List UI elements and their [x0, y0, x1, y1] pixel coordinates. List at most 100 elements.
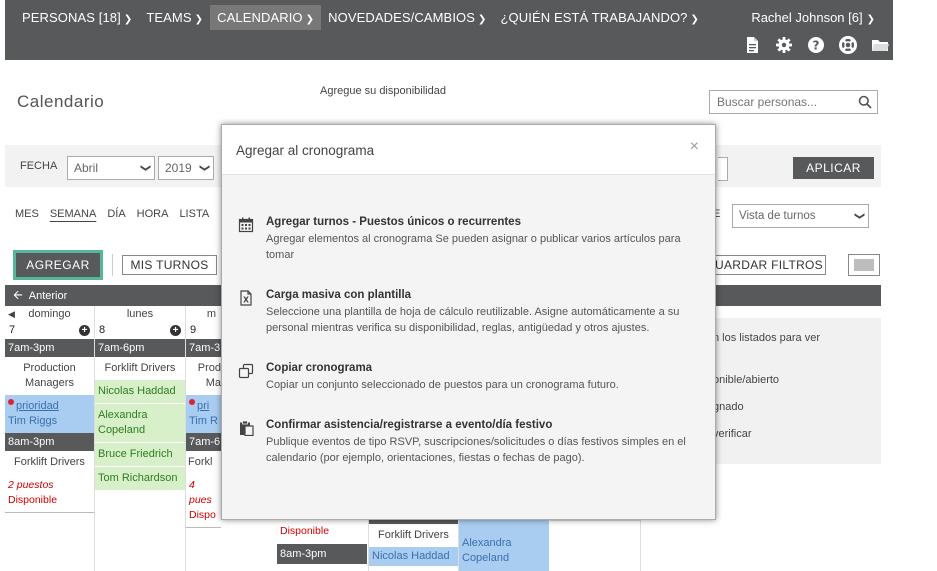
modal-title: Agregar al cronograma [236, 143, 375, 158]
triangle-left-icon[interactable]: ◀ [8, 306, 15, 322]
open-positions[interactable]: Disponible [277, 520, 367, 544]
arrow-left-icon: 🡨 [13, 288, 23, 302]
option-add-shifts[interactable]: Agregar turnos - Puestos únicos o recurr… [238, 215, 698, 263]
nav-item-personas[interactable]: PERSONAS [18] ❯ [15, 5, 139, 30]
day-column-monday: 8 + 7am-6pm Forklift Drivers Nicolas Hadd… [95, 322, 186, 571]
shift-assignment[interactable]: Nicolas Haddad [369, 547, 458, 566]
position-label[interactable]: Prod Ma [186, 357, 221, 395]
modal-header: Agregar al cronograma × [222, 125, 715, 175]
assigned-person[interactable]: Tom Richardson [95, 467, 185, 491]
tab-semana[interactable]: SEMANA [50, 208, 96, 220]
shift-time[interactable]: 7am-6pm [95, 339, 185, 357]
tab-dia[interactable]: DÍA [107, 208, 125, 220]
search-input[interactable] [710, 91, 850, 113]
shift-time[interactable]: 8am-3pm [277, 544, 367, 564]
shift-time[interactable]: 8am-3pm [5, 433, 94, 451]
my-shifts-button[interactable]: MIS TURNOS [122, 255, 217, 275]
nav-item-calendario[interactable]: CALENDARIO ❯ [210, 5, 322, 30]
nav-item-quien-trabajando[interactable]: ¿QUIÉN ESTÁ TRABAJANDO? ❯ [494, 5, 706, 30]
open-positions[interactable]: 4 pues Dispo [186, 474, 221, 528]
option-title[interactable]: Carga masiva con plantilla [266, 288, 698, 303]
legend-panel: n los listados para ver onible/abierto g… [700, 318, 881, 464]
shift-assignment[interactable]: Alexandra Copeland [459, 520, 549, 571]
year-select[interactable]: 2019 ❯ [158, 156, 214, 180]
view-select[interactable]: Vista de turnos ❯ [732, 204, 869, 228]
folder-icon[interactable] [871, 36, 889, 54]
document-icon[interactable] [743, 36, 761, 54]
nav-item-novedades[interactable]: NOVEDADES/CAMBIOS ❯ [321, 5, 493, 30]
position-label[interactable]: Production Managers [5, 357, 94, 395]
month-select[interactable]: Abril ❯ [67, 156, 155, 180]
color-toggle-button[interactable] [848, 254, 880, 276]
legend-text: verificar [713, 428, 752, 440]
apply-button[interactable]: APLICAR [793, 157, 874, 179]
position-label[interactable]: Forklift Drivers [5, 451, 94, 474]
shift-time[interactable]: 7am-6 [186, 433, 221, 451]
option-copy-schedule[interactable]: Copiar cronograma Copiar un conjunto sel… [238, 361, 698, 393]
assigned-person[interactable]: Bruce Friedrich [95, 443, 185, 467]
position-label[interactable]: Forkl [186, 451, 221, 474]
add-circle-icon[interactable]: + [170, 325, 181, 336]
color-swatch [854, 259, 874, 271]
lower-cells-wed: Disponible 8am-3pm [277, 520, 367, 564]
availability-link[interactable]: Agregue su disponibilidad [320, 85, 446, 97]
svg-text:X: X [243, 296, 249, 305]
help-icon[interactable]: ? [807, 36, 825, 54]
pin-icon [8, 399, 14, 405]
legend-text: onible/abierto [713, 374, 780, 386]
option-title[interactable]: Agregar turnos - Puestos únicos o recurr… [266, 215, 698, 230]
chevron-down-icon: ❯ [690, 14, 699, 25]
tab-lista[interactable]: LISTA [179, 208, 209, 220]
day-number: 8 + [95, 322, 185, 339]
chevron-down-icon: ❯ [853, 211, 865, 221]
option-title[interactable]: Copiar cronograma [266, 361, 698, 376]
tab-mes[interactable]: MES [15, 208, 39, 220]
option-description: Agregar elementos al cronograma Se puede… [266, 233, 681, 261]
lower-cells-thu: Forklift Drivers Nicolas Haddad [368, 520, 459, 571]
gear-icon[interactable] [775, 36, 793, 54]
day-column-sunday: 7 + 7am-3pm Production Managers prioridad… [5, 322, 95, 571]
view-tabs: MES SEMANA DÍA HORA LISTA [15, 208, 220, 220]
open-positions[interactable]: 2 puestos Disponible [5, 474, 94, 513]
shift-assignment[interactable]: pri Tim R [186, 395, 221, 433]
tab-hora[interactable]: HORA [137, 208, 169, 220]
calendar-icon [238, 217, 254, 233]
option-description: Seleccione una plantilla de hoja de cálc… [266, 306, 680, 334]
day-header-sunday: ◀ domingo [5, 306, 95, 322]
chevron-down-icon: ❯ [305, 14, 315, 25]
option-bulk-template[interactable]: X Carga masiva con plantilla Seleccione … [238, 288, 698, 336]
user-menu[interactable]: Rachel Johnson [6] ❯ [751, 5, 875, 32]
shift-assignment[interactable]: prioridad Tim Riggs [5, 395, 94, 433]
add-circle-icon[interactable]: + [79, 325, 90, 336]
shift-time[interactable]: 7am-3 [186, 339, 221, 357]
search-icon[interactable] [858, 95, 872, 114]
position-label[interactable]: Forklift Drivers [369, 524, 458, 547]
lower-cells-sat [550, 520, 641, 571]
save-filters-button[interactable]: UARDAR FILTROS [713, 255, 826, 275]
pin-icon [189, 399, 195, 405]
copy-icon [238, 363, 254, 379]
day-column-tuesday: 9 7am-3 Prod Ma pri Tim R 7am-6 Forkl 4 pu… [186, 322, 221, 571]
option-description: Copiar un conjunto seleccionado de puest… [266, 379, 619, 391]
option-rsvp-event[interactable]: Confirmar asistencia/registrarse a event… [238, 418, 698, 466]
date-field-fragment[interactable] [718, 157, 728, 181]
chevron-down-icon: ❯ [866, 14, 875, 25]
position-label[interactable]: Forklift Drivers [95, 357, 185, 380]
close-icon[interactable]: × [690, 138, 699, 156]
chevron-down-icon: ❯ [198, 163, 210, 173]
chevron-down-icon: ❯ [194, 14, 204, 25]
assigned-person[interactable]: Nicolas Haddad [95, 380, 185, 404]
search-box [709, 90, 878, 114]
lifebuoy-icon[interactable] [839, 36, 857, 54]
assigned-person[interactable]: Alexandra Copeland [95, 404, 185, 443]
day-header-tuesday: m [206, 308, 216, 320]
nav-item-teams[interactable]: TEAMS ❯ [139, 5, 210, 30]
option-title[interactable]: Confirmar asistencia/registrarse a event… [266, 418, 698, 433]
shift-time[interactable]: 7am-3pm [5, 339, 94, 357]
legend-text: n los listados para ver [713, 332, 820, 344]
add-button[interactable]: AGREGAR [13, 250, 103, 280]
lower-cells-fri: Alexandra Copeland [459, 520, 549, 571]
option-description: Publique eventos de tipo RSVP, suscripci… [266, 436, 686, 464]
clipboard-icon [238, 420, 254, 437]
add-to-schedule-modal: Agregar al cronograma × Agregar turnos -… [221, 124, 716, 520]
